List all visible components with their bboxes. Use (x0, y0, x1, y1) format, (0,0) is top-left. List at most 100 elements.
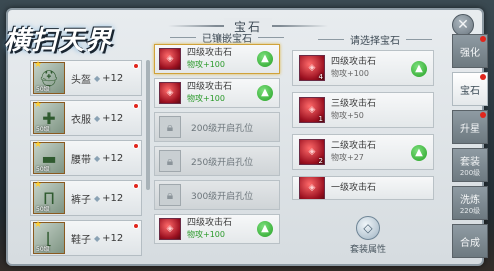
tab-label: 强化 (460, 47, 480, 59)
tab-label: 升星 (460, 123, 480, 135)
locked-slot-text: 200级开启孔位 (191, 123, 254, 134)
set-attributes-label: 套装属性 (349, 245, 386, 255)
equipment-level: 50级 (36, 206, 50, 213)
choose-header: 请选择宝石 (318, 32, 432, 47)
gem-attr: 物攻+50 (331, 111, 364, 120)
gem-name: 四级攻击石 (187, 82, 233, 92)
lock-icon: 🔒︎ (159, 150, 181, 172)
equipment-plus: +12 (102, 72, 124, 84)
equipment-item-shoes[interactable]: ★ ⌊ 50级 鞋子 ◆ +12 (30, 220, 142, 256)
notification-dot (133, 183, 139, 189)
lock-icon: 🔒︎ (159, 184, 181, 206)
gem-choice[interactable]: ◈ 2 二级攻击石 物攻+27 ▲ (292, 134, 434, 170)
gem-choice[interactable]: ◈ 4 四级攻击石 物攻+100 ▲ (292, 50, 434, 86)
gem-small-icon: ◆ (94, 113, 101, 123)
gem-count: 4 (318, 73, 323, 81)
tab-unlock-level: 220级 (459, 206, 481, 215)
tab-label: 合成 (460, 237, 480, 249)
equipment-item-belt[interactable]: ★ ▬ 50级 腰带 ◆ +12 (30, 140, 142, 176)
upgrade-arrow-icon[interactable]: ▲ (411, 61, 427, 77)
equipment-item-armor[interactable]: ★ ✚ 50级 衣服 ◆ +12 (30, 100, 142, 136)
equipped-header-text: 已镶嵌宝石 (202, 34, 252, 45)
equipment-level: 50级 (36, 246, 50, 253)
equipped-gem-list: ◈ 四级攻击石 物攻+100 ▲ ◈ 四级攻击石 物攻+100 ▲ 🔒︎ 200… (154, 44, 280, 244)
gem-name: 四级攻击石 (331, 57, 377, 67)
gem-slot[interactable]: ◈ 四级攻击石 物攻+100 ▲ (154, 78, 280, 108)
notification-dot (480, 36, 486, 42)
tab-unlock-level: 200级 (459, 168, 481, 177)
pants-icon: ★ Π 50级 (33, 180, 65, 214)
tab-gem[interactable]: 宝石 (452, 72, 488, 106)
gem-small-icon: ◆ (94, 153, 101, 163)
gem-attr: 物攻+100 (331, 69, 369, 78)
star-icon: ★ (34, 100, 43, 110)
equipment-item-helmet[interactable]: ★ ⛑ 50级 头盔 ◆ +12 (30, 60, 142, 96)
side-tabs: 强化 宝石 升星 套装 200级 洗炼 220级 合成 (452, 34, 488, 258)
belt-icon: ★ ▬ 50级 (33, 140, 65, 174)
gem-name: 一级攻击石 (331, 183, 377, 193)
equipment-list: ★ ⛑ 50级 头盔 ◆ +12 ★ ✚ 50级 衣服 ◆ +12 ★ ▬ 50… (30, 60, 142, 256)
equipment-level: 50级 (36, 86, 50, 93)
upgrade-arrow-icon[interactable]: ▲ (257, 221, 273, 237)
gem-name: 四级攻击石 (187, 218, 233, 228)
equipment-plus: +12 (102, 192, 124, 204)
gem-name: 二级攻击石 (331, 141, 377, 151)
equipment-plus: +12 (102, 152, 124, 164)
equipment-name: 鞋子 (71, 234, 91, 246)
notification-dot (133, 223, 139, 229)
lock-icon: 🔒︎ (159, 116, 181, 138)
locked-slot: 🔒︎ 200级开启孔位 (154, 112, 280, 142)
gem-small-icon: ◆ (94, 193, 101, 203)
tab-star-up[interactable]: 升星 (452, 110, 488, 144)
upgrade-arrow-icon[interactable]: ▲ (257, 51, 273, 67)
tab-label: 宝石 (460, 85, 480, 97)
notification-dot (133, 63, 139, 69)
gem-choice[interactable]: ◈ 一级攻击石 (292, 176, 434, 200)
tab-enhance[interactable]: 强化 (452, 34, 488, 68)
gem-slot[interactable]: ◈ 四级攻击石 物攻+100 ▲ (154, 214, 280, 244)
gem-attr: 物攻+100 (187, 94, 225, 103)
equipment-level: 50级 (36, 126, 50, 133)
armor-icon: ★ ✚ 50级 (33, 100, 65, 134)
gem-choice[interactable]: ◈ 1 三级攻击石 物攻+50 (292, 92, 434, 128)
equipment-plus: +12 (102, 112, 124, 124)
equipment-name: 头盔 (71, 74, 91, 86)
locked-slot-text: 300级开启孔位 (191, 191, 254, 202)
gem-name: 四级攻击石 (187, 48, 233, 58)
equipment-scrollbar[interactable] (146, 60, 150, 190)
gem-small-icon: ◆ (94, 73, 101, 83)
equipment-item-pants[interactable]: ★ Π 50级 裤子 ◆ +12 (30, 180, 142, 216)
upgrade-arrow-icon[interactable]: ▲ (411, 145, 427, 161)
gem-attr: 物攻+27 (331, 153, 364, 162)
tab-refine[interactable]: 洗炼 220级 (452, 186, 488, 220)
attack-gem-icon: ◈ 4 (299, 55, 325, 81)
upgrade-arrow-icon[interactable]: ▲ (257, 85, 273, 101)
set-attributes-button[interactable]: ◇ 套装属性 (342, 216, 394, 256)
tab-label: 套装 (460, 156, 480, 168)
shoes-icon: ★ ⌊ 50级 (33, 220, 65, 254)
attack-gem-icon: ◈ 1 (299, 97, 325, 123)
tab-label: 洗炼 (460, 194, 480, 206)
attack-gem-icon: ◈ (159, 218, 181, 240)
notification-dot (480, 74, 486, 80)
close-button[interactable]: ✕ (452, 14, 474, 36)
tab-synthesize[interactable]: 合成 (452, 224, 488, 258)
equipped-header: 已镶嵌宝石 (170, 30, 284, 45)
gem-count: 1 (318, 115, 323, 123)
diamond-icon: ◇ (356, 216, 380, 240)
locked-slot-text: 250级开启孔位 (191, 157, 254, 168)
gem-attr: 物攻+100 (187, 60, 225, 69)
equipment-name: 衣服 (71, 114, 91, 126)
attack-gem-icon: ◈ (159, 82, 181, 104)
header-divider (258, 37, 284, 38)
star-icon: ★ (34, 220, 43, 230)
tab-set[interactable]: 套装 200级 (452, 148, 488, 182)
gem-slot[interactable]: ◈ 四级攻击石 物攻+100 ▲ (154, 44, 280, 74)
notification-dot (133, 143, 139, 149)
gem-name: 三级攻击石 (331, 99, 377, 109)
locked-slot: 🔒︎ 250级开启孔位 (154, 146, 280, 176)
locked-slot: 🔒︎ 300级开启孔位 (154, 180, 280, 210)
header-divider (170, 37, 196, 38)
attack-gem-icon: ◈ (159, 48, 181, 70)
equipment-plus: +12 (102, 232, 124, 244)
